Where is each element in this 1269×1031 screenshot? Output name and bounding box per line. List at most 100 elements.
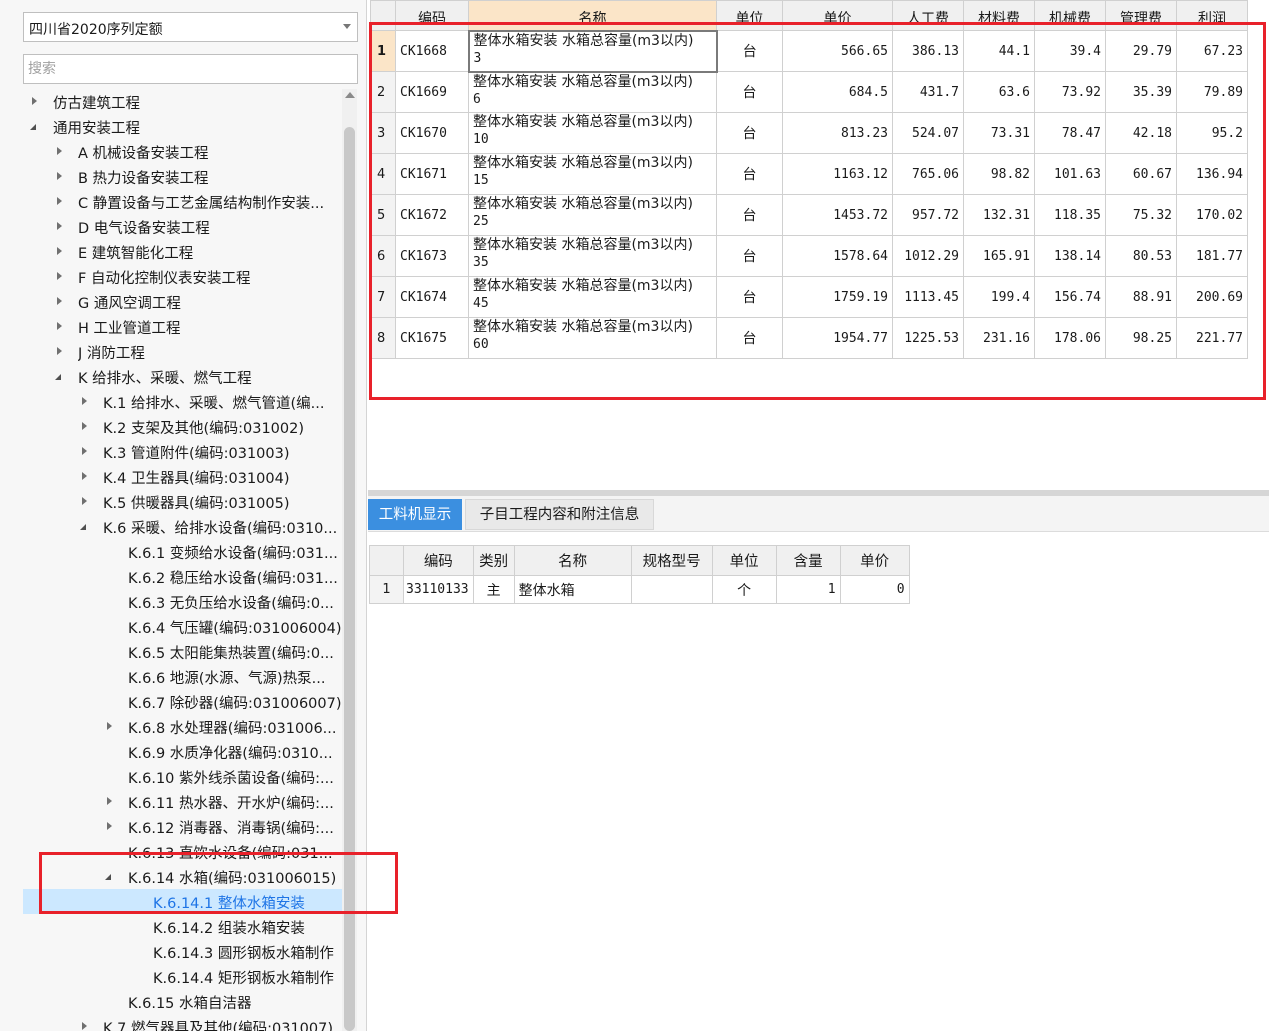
collapse-arrow-icon[interactable] <box>107 822 112 830</box>
tree-item-label: K.3 管道附件(编码:031003) <box>103 446 290 462</box>
tree-item[interactable]: K.3 管道附件(编码:031003) <box>23 439 342 464</box>
tab-work-content-notes[interactable]: 子目工程内容和附注信息 <box>465 499 654 530</box>
tree-item-label: G 通风空调工程 <box>78 296 181 312</box>
annotation-box-quota-items <box>369 22 1266 400</box>
tree-item[interactable]: K.6.12 消毒器、消毒锅(编码:... <box>23 814 342 839</box>
collapse-arrow-icon[interactable] <box>57 297 62 305</box>
tree-item[interactable]: K.6.6 地源(水源、气源)热泵... <box>23 664 342 689</box>
tree-item-label: K.6.2 稳压给水设备(编码:031... <box>128 571 338 587</box>
cell-spec[interactable] <box>630 575 713 604</box>
tree-item[interactable]: J 消防工程 <box>23 339 342 364</box>
detail-pane: 工料机显示 子目工程内容和附注信息 编码 类别 名称 规格型号 单位 含量 单价 1 3311… <box>368 496 1269 1031</box>
tree-item[interactable]: H 工业管道工程 <box>23 314 342 339</box>
collapse-arrow-icon[interactable] <box>107 797 112 805</box>
tree-item[interactable]: G 通风空调工程 <box>23 289 342 314</box>
tree-item[interactable]: K.6.8 水处理器(编码:031006... <box>23 714 342 739</box>
collapse-arrow-icon[interactable] <box>57 172 62 180</box>
tree-item[interactable]: K.6.4 气压罐(编码:031006004) <box>23 614 342 639</box>
tree-item[interactable]: K.1 给排水、采暖、燃气管道(编... <box>23 389 342 414</box>
expand-arrow-icon[interactable] <box>30 124 36 130</box>
tree-item-label: K.6.11 热水器、开水炉(编码:... <box>128 796 334 812</box>
scroll-up-arrow-icon[interactable] <box>345 92 355 98</box>
collapse-arrow-icon[interactable] <box>57 222 62 230</box>
collapse-arrow-icon[interactable] <box>82 422 87 430</box>
tree-item[interactable]: K.6.14.2 组装水箱安装 <box>23 914 342 939</box>
tree-item[interactable]: K.7 燃气器具及其他(编码:031007) <box>23 1014 342 1031</box>
tree-item[interactable]: K.6.10 紫外线杀菌设备(编码:... <box>23 764 342 789</box>
collapse-arrow-icon[interactable] <box>57 147 62 155</box>
cell-name[interactable]: 整体水箱 <box>513 575 632 604</box>
quota-library-select[interactable]: 四川省2020序列定额 <box>23 12 358 42</box>
row-number[interactable]: 1 <box>369 575 404 604</box>
column-header[interactable]: 规格型号 <box>630 545 713 576</box>
tree-item[interactable]: F 自动化控制仪表安装工程 <box>23 264 342 289</box>
table-row[interactable]: 1 33110133 主整体水箱个 1 0 <box>369 575 910 604</box>
tree-item[interactable]: K.6 采暖、给排水设备(编码:0310... <box>23 514 342 539</box>
collapse-arrow-icon[interactable] <box>57 247 62 255</box>
tree-item-label: K.6 采暖、给排水设备(编码:0310... <box>103 521 338 537</box>
cell-unit[interactable]: 个 <box>711 575 777 604</box>
tree-item[interactable]: 仿古建筑工程 <box>23 89 342 114</box>
collapse-arrow-icon[interactable] <box>32 97 37 105</box>
tree-item[interactable]: C 静置设备与工艺金属结构制作安装... <box>23 189 342 214</box>
cell-category[interactable]: 主 <box>472 575 515 604</box>
expand-arrow-icon[interactable] <box>80 524 86 530</box>
collapse-arrow-icon[interactable] <box>57 322 62 330</box>
expand-arrow-icon[interactable] <box>55 374 61 380</box>
tree-item-label: A 机械设备安装工程 <box>78 146 209 162</box>
collapse-arrow-icon[interactable] <box>107 722 112 730</box>
column-header[interactable] <box>369 545 404 576</box>
tree-item[interactable]: D 电气设备安装工程 <box>23 214 342 239</box>
tree-item-label: K.6.12 消毒器、消毒锅(编码:... <box>128 821 334 837</box>
column-header[interactable]: 类别 <box>472 545 515 576</box>
resource-table-header: 编码 类别 名称 规格型号 单位 含量 单价 <box>369 545 910 576</box>
detail-tabs: 工料机显示 子目工程内容和附注信息 <box>368 496 1269 532</box>
collapse-arrow-icon[interactable] <box>82 447 87 455</box>
tree-item-label: K.5 供暖器具(编码:031005) <box>103 496 290 512</box>
column-header[interactable]: 名称 <box>513 545 632 576</box>
collapse-arrow-icon[interactable] <box>82 472 87 480</box>
cell-code[interactable]: 33110133 <box>403 575 474 604</box>
cell-qty[interactable]: 1 <box>775 575 841 604</box>
tree-item[interactable]: K.2 支架及其他(编码:031002) <box>23 414 342 439</box>
tree-item-label: K 给排水、采暖、燃气工程 <box>78 371 252 387</box>
tab-resources[interactable]: 工料机显示 <box>368 499 462 530</box>
collapse-arrow-icon[interactable] <box>82 1022 87 1030</box>
tree-item[interactable]: K.6.7 除砂器(编码:031006007) <box>23 689 342 714</box>
tree-item[interactable]: B 热力设备安装工程 <box>23 164 342 189</box>
tree-item[interactable]: 通用安装工程 <box>23 114 342 139</box>
collapse-arrow-icon[interactable] <box>57 347 62 355</box>
tree-item-label: K.6.15 水箱自洁器 <box>128 996 252 1012</box>
collapse-arrow-icon[interactable] <box>57 197 62 205</box>
tree-item[interactable]: K.6.2 稳压给水设备(编码:031... <box>23 564 342 589</box>
tree-item-label: K.1 给排水、采暖、燃气管道(编... <box>103 396 325 412</box>
tree-item[interactable]: K.6.1 变频给水设备(编码:031... <box>23 539 342 564</box>
collapse-arrow-icon[interactable] <box>57 272 62 280</box>
tree-item-label: K.6.3 无负压给水设备(编码:0... <box>128 596 334 612</box>
collapse-arrow-icon[interactable] <box>82 497 87 505</box>
column-header[interactable]: 编码 <box>403 545 474 576</box>
tree-item-label: J 消防工程 <box>78 346 145 362</box>
tree-item[interactable]: K.6.5 太阳能集热装置(编码:0... <box>23 639 342 664</box>
tree-item[interactable]: K 给排水、采暖、燃气工程 <box>23 364 342 389</box>
tree-item[interactable]: K.6.3 无负压给水设备(编码:0... <box>23 589 342 614</box>
tree-item[interactable]: K.6.14.4 矩形钢板水箱制作 <box>23 964 342 989</box>
tree-item[interactable]: K.6.9 水质净化器(编码:0310... <box>23 739 342 764</box>
chevron-down-icon[interactable] <box>343 24 351 29</box>
tree-item-label: F 自动化控制仪表安装工程 <box>78 271 251 287</box>
tree-item[interactable]: K.6.11 热水器、开水炉(编码:... <box>23 789 342 814</box>
column-header[interactable]: 单位 <box>711 545 777 576</box>
quota-library-value: 四川省2020序列定额 <box>29 22 163 38</box>
collapse-arrow-icon[interactable] <box>82 397 87 405</box>
search-input[interactable] <box>23 54 358 84</box>
tree-item[interactable]: A 机械设备安装工程 <box>23 139 342 164</box>
tree-item[interactable]: E 建筑智能化工程 <box>23 239 342 264</box>
tree-item[interactable]: K.6.15 水箱自洁器 <box>23 989 342 1014</box>
cell-price[interactable]: 0 <box>839 575 910 604</box>
tree-item[interactable]: K.5 供暖器具(编码:031005) <box>23 489 342 514</box>
tree-item[interactable]: K.6.14.3 圆形钢板水箱制作 <box>23 939 342 964</box>
tree-item-label: K.6.8 水处理器(编码:031006... <box>128 721 337 737</box>
column-header[interactable]: 含量 <box>775 545 841 576</box>
column-header[interactable]: 单价 <box>839 545 910 576</box>
tree-item[interactable]: K.4 卫生器具(编码:031004) <box>23 464 342 489</box>
